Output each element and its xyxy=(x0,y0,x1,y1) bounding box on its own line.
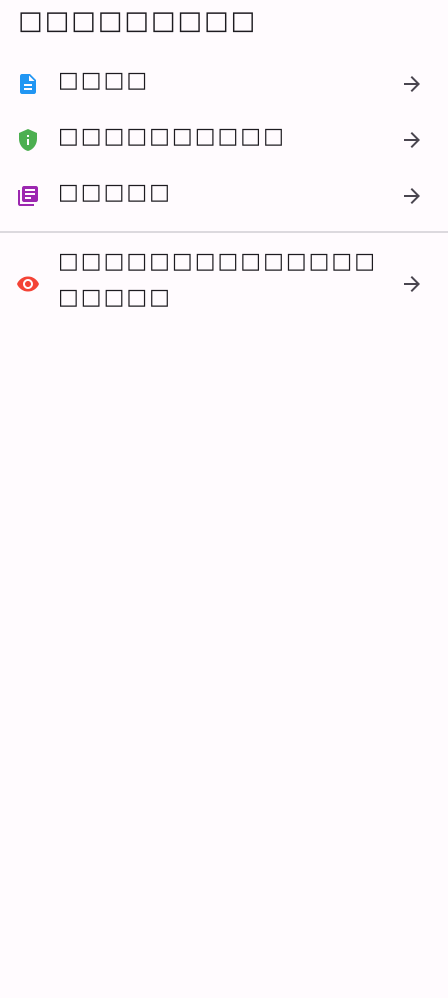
arrow-right-icon xyxy=(400,184,424,208)
library-books-icon xyxy=(16,184,40,208)
menu-item-label: □□□□□ xyxy=(58,180,172,205)
menu-item-visibility[interactable]: □□□□□□□□□□□□□□□□□□□ xyxy=(0,244,448,324)
eye-icon xyxy=(16,272,40,296)
menu-item-label: □□□□□□□□□□□□□□□□□□□ xyxy=(58,249,378,310)
menu-item-library[interactable]: □□□□□ xyxy=(0,175,448,215)
arrow-right-icon xyxy=(400,72,424,96)
menu-item-document[interactable]: □□□□ xyxy=(0,63,448,103)
divider xyxy=(0,231,448,233)
menu-item-shield[interactable]: □□□□□□□□□□ xyxy=(0,119,448,159)
arrow-right-icon xyxy=(400,128,424,152)
menu-item-label: □□□□ xyxy=(58,68,150,93)
document-icon xyxy=(16,72,40,96)
menu-item-label: □□□□□□□□□□ xyxy=(58,124,286,149)
shield-info-icon xyxy=(16,128,40,152)
page-title: □□□□□□□□□ xyxy=(18,6,258,36)
arrow-right-icon xyxy=(400,272,424,296)
